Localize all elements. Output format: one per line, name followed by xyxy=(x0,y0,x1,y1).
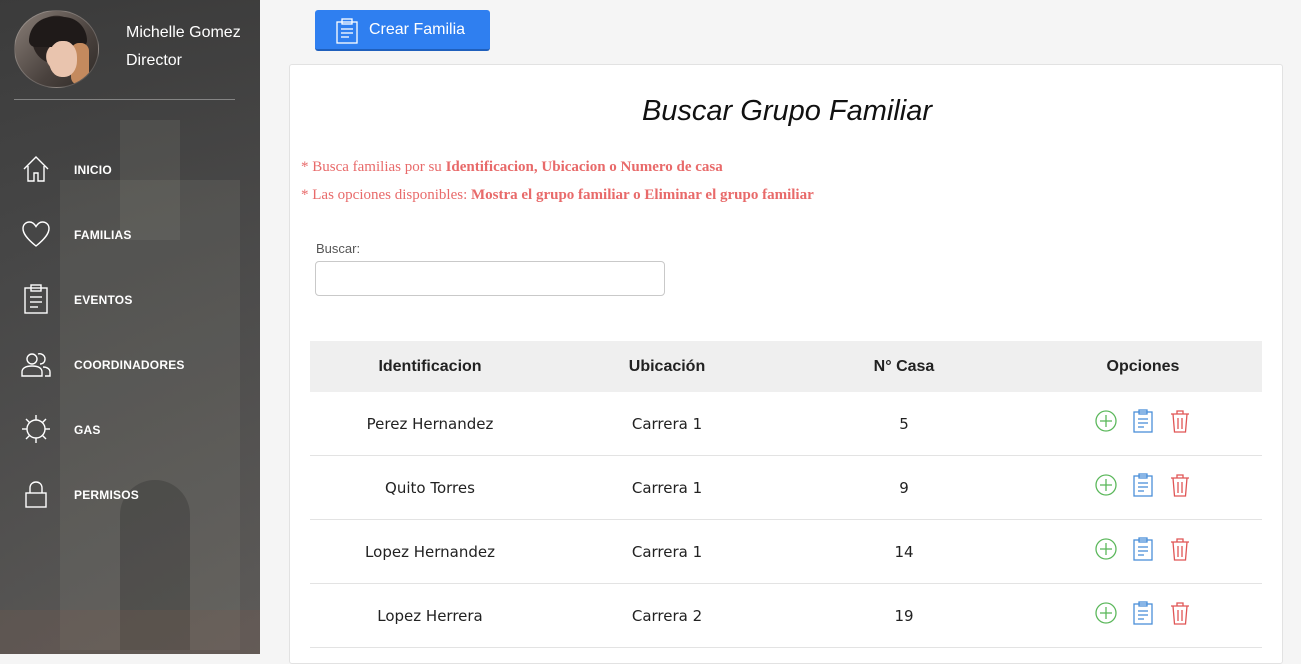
clipboard-icon[interactable] xyxy=(1131,472,1155,497)
sidebar: Michelle Gomez Director INICIO FAMILIAS … xyxy=(0,0,260,654)
heart-icon xyxy=(22,221,50,247)
row-actions xyxy=(1094,472,1192,497)
search-card: Buscar Grupo Familiar * Busca familias p… xyxy=(289,64,1283,664)
hint-options: * Las opciones disponibles: Mostra el gr… xyxy=(301,187,814,204)
user-profile: Michelle Gomez Director xyxy=(0,0,260,100)
clipboard-icon[interactable] xyxy=(1131,536,1155,561)
trash-icon[interactable] xyxy=(1168,537,1192,561)
header-identificacion: Identificacion xyxy=(378,357,482,375)
cell-opciones xyxy=(1024,392,1262,455)
lock-icon xyxy=(25,481,47,508)
clipboard-icon xyxy=(24,284,48,314)
search-label: Buscar: xyxy=(316,241,361,256)
cell-numero-casa: 9 xyxy=(899,478,909,497)
hint-search-bold: Identificacion, Ubicacion o Numero de ca… xyxy=(445,159,723,175)
nav-label-eventos: EVENTOS xyxy=(74,293,133,307)
user-role: Director xyxy=(126,52,183,69)
trash-icon[interactable] xyxy=(1168,409,1192,433)
table-row: Lopez Herrera Carrera 2 19 xyxy=(310,584,1262,648)
cell-identificacion: Lopez Herrera xyxy=(377,606,483,625)
nav-label-familias: FAMILIAS xyxy=(74,228,132,242)
cell-ubicacion: Carrera 1 xyxy=(631,414,703,433)
add-circle-icon[interactable] xyxy=(1094,601,1118,625)
header-numero-casa: N° Casa xyxy=(873,357,935,375)
nav-item-permisos[interactable]: PERMISOS xyxy=(0,474,260,514)
table-row: Quito Torres Carrera 1 9 xyxy=(310,456,1262,520)
nav-label-inicio: INICIO xyxy=(74,163,112,177)
cell-numero-casa: 14 xyxy=(894,542,914,561)
cell-ubicacion: Carrera 2 xyxy=(631,606,703,625)
nav-item-gas[interactable]: GAS xyxy=(0,409,260,449)
nav-label-gas: GAS xyxy=(74,423,101,437)
cell-ubicacion: Carrera 1 xyxy=(631,542,703,561)
families-table: Identificacion Ubicación N° Casa Opcione… xyxy=(310,341,1262,648)
add-circle-icon[interactable] xyxy=(1094,537,1118,561)
table-row: Perez Hernandez Carrera 1 5 xyxy=(310,392,1262,456)
header-opciones: Opciones xyxy=(1106,357,1180,375)
clipboard-icon xyxy=(336,18,358,44)
cell-opciones xyxy=(1024,456,1262,519)
add-circle-icon[interactable] xyxy=(1094,473,1118,497)
row-actions xyxy=(1094,408,1192,433)
clipboard-icon[interactable] xyxy=(1131,600,1155,625)
table-row: Lopez Hernandez Carrera 1 14 xyxy=(310,520,1262,584)
cell-identificacion: Perez Hernandez xyxy=(366,414,494,433)
nav-label-coordinadores: COORDINADORES xyxy=(74,358,185,372)
gear-icon xyxy=(22,415,50,443)
add-circle-icon[interactable] xyxy=(1094,409,1118,433)
hint-options-prefix: * Las opciones disponibles: xyxy=(301,187,471,203)
clipboard-icon[interactable] xyxy=(1131,408,1155,433)
row-actions xyxy=(1094,536,1192,561)
background-ground-shape xyxy=(0,610,260,654)
hint-search-fields: * Busca familias por su Identificacion, … xyxy=(301,159,723,176)
nav-item-inicio[interactable]: INICIO xyxy=(0,149,260,189)
create-family-label: Crear Familia xyxy=(369,21,466,38)
create-family-button[interactable]: Crear Familia xyxy=(315,10,490,51)
home-icon xyxy=(23,156,49,182)
avatar-face xyxy=(49,41,77,77)
user-name: Michelle Gomez xyxy=(126,24,241,41)
search-input[interactable] xyxy=(315,261,665,296)
nav-item-familias[interactable]: FAMILIAS xyxy=(0,214,260,254)
cell-ubicacion: Carrera 1 xyxy=(631,478,703,497)
cell-opciones xyxy=(1024,584,1262,647)
trash-icon[interactable] xyxy=(1168,473,1192,497)
cell-numero-casa: 19 xyxy=(894,606,914,625)
nav-item-coordinadores[interactable]: COORDINADORES xyxy=(0,344,260,384)
page-title: Buscar Grupo Familiar xyxy=(641,95,933,127)
cell-opciones xyxy=(1024,520,1262,583)
table-header: Identificacion Ubicación N° Casa Opcione… xyxy=(310,341,1262,392)
hint-search-prefix: * Busca familias por su xyxy=(301,159,446,175)
users-icon xyxy=(21,353,51,377)
profile-divider xyxy=(14,99,235,100)
hint-options-bold: Mostra el grupo familiar o Eliminar el g… xyxy=(470,187,814,203)
cell-identificacion: Lopez Hernandez xyxy=(365,542,495,561)
nav-label-permisos: PERMISOS xyxy=(74,488,139,502)
row-actions xyxy=(1094,600,1192,625)
cell-identificacion: Quito Torres xyxy=(385,478,475,497)
header-ubicacion: Ubicación xyxy=(628,357,706,375)
cell-numero-casa: 5 xyxy=(899,414,909,433)
avatar[interactable] xyxy=(14,10,99,88)
nav-item-eventos[interactable]: EVENTOS xyxy=(0,279,260,319)
trash-icon[interactable] xyxy=(1168,601,1192,625)
